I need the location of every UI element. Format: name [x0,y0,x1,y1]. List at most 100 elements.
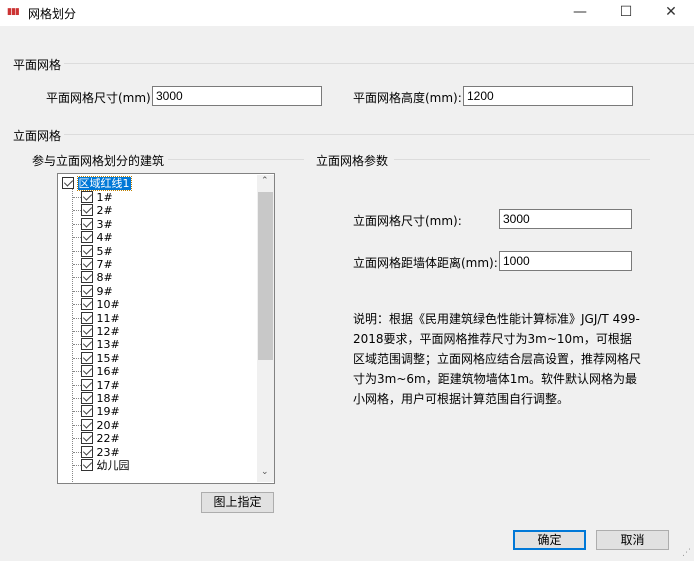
tree-item[interactable]: 11# [81,311,120,325]
tree-connector [73,277,81,279]
tree-connector [73,197,81,198]
tree-item[interactable]: 22# [81,432,120,445]
pick-on-map-button[interactable]: 图上指定 [201,492,274,513]
checkbox-checked-icon[interactable] [81,244,93,257]
close-button[interactable]: ✕ [648,0,694,26]
tree-item[interactable]: 5# [81,244,113,258]
checkbox-checked-icon[interactable] [81,405,93,418]
tree-connector [73,250,81,252]
app-logo-icon: ▮▮▮ [7,7,20,17]
checkbox-checked-icon[interactable] [81,418,93,431]
divider [168,159,304,160]
tree-item[interactable]: 2# [81,204,113,217]
cancel-button[interactable]: 取消 [596,530,669,550]
plane-height-input[interactable] [463,86,633,106]
tree-item[interactable]: 17# [81,378,120,392]
tree-item[interactable]: 23# [81,445,120,459]
tree-scrollbar[interactable]: ⌃ ⌄ [257,175,274,482]
tree-connector [73,451,81,453]
tree-item-label: 20# [96,418,120,432]
tree-item-label: 9# [96,284,113,298]
checkbox-checked-icon[interactable] [81,365,93,378]
tree-item-label: 22# [96,432,120,446]
checkbox-checked-icon[interactable] [62,177,74,189]
tree-connector [73,465,81,466]
tree-item[interactable]: 4# [81,231,113,244]
checkbox-checked-icon[interactable] [81,392,93,404]
tree-item-label: 5# [96,244,113,258]
tree-item[interactable]: 20# [81,418,120,432]
tree-connector [73,384,81,386]
checkbox-checked-icon[interactable] [81,231,93,244]
tree-item-label: 8# [96,271,113,285]
tree-root-label: 区域红线1 [76,176,132,191]
tree-item[interactable]: 1# [81,191,113,204]
tree-item-label: 15# [96,351,120,365]
tree-connector [73,304,81,306]
checkbox-checked-icon[interactable] [81,217,93,230]
checkbox-checked-icon[interactable] [81,311,93,324]
tree-item-label: 19# [96,405,120,419]
building-tree[interactable]: 区域红线1 1# 2# 3# 4# 5# 7# 8# 9# 10# 11# 12… [57,173,275,484]
plane-size-label: 平面网格尺寸(mm): [46,91,155,105]
tree-item[interactable]: 10# [81,298,120,311]
checkbox-checked-icon[interactable] [81,325,93,337]
tree-item-label: 4# [96,231,113,245]
scroll-down-icon[interactable]: ⌄ [261,467,269,477]
checkbox-checked-icon[interactable] [81,298,93,311]
tree-connector [73,264,81,265]
checkbox-checked-icon[interactable] [81,378,93,391]
tree-item-label: 17# [96,378,120,392]
wall-distance-input[interactable] [499,251,632,271]
tree-item[interactable]: 幼儿园 [81,459,130,472]
checkbox-checked-icon[interactable] [81,204,93,217]
checkbox-checked-icon[interactable] [81,191,93,203]
checkbox-checked-icon[interactable] [81,258,93,270]
tree-root-item[interactable]: 区域红线1 [62,176,132,191]
tree-connector [73,438,81,440]
tree-item-label: 7# [96,258,113,271]
checkbox-checked-icon[interactable] [81,271,93,284]
tree-connector [73,357,81,359]
tree-item[interactable]: 13# [81,338,120,351]
resize-grip-icon[interactable]: ⋰ [682,548,691,558]
tree-item[interactable]: 15# [81,351,120,365]
tree-item-label: 18# [96,392,120,405]
buildings-group-title: 参与立面网格划分的建筑 [32,154,165,168]
params-group-title: 立面网格参数 [316,154,389,168]
tree-item[interactable]: 7# [81,258,113,271]
tree-item-label: 3# [96,217,113,231]
plane-grid-section-title: 平面网格 [13,58,62,72]
tree-item[interactable]: 18# [81,392,120,405]
tree-item[interactable]: 19# [81,405,120,418]
tree-item-label: 2# [96,204,113,218]
tree-item[interactable]: 16# [81,365,120,378]
tree-connector [73,371,81,373]
tree-connector [73,317,81,319]
checkbox-checked-icon[interactable] [81,459,93,471]
divider [394,159,650,160]
tree-item[interactable]: 8# [81,271,113,284]
scroll-up-icon[interactable]: ⌃ [261,176,269,186]
minimize-button[interactable]: — [557,0,603,26]
tree-item[interactable]: 3# [81,217,113,231]
tree-item[interactable]: 9# [81,284,113,298]
checkbox-checked-icon[interactable] [81,338,93,351]
checkbox-checked-icon[interactable] [81,284,93,297]
tree-item-label: 23# [96,445,120,459]
checkbox-checked-icon[interactable] [81,351,93,364]
ok-button[interactable]: 确定 [513,530,586,550]
tree-connector [73,223,81,225]
title-bar: ▮▮▮ 网格划分 — ☐ ✕ [0,0,694,26]
elevation-size-input[interactable] [499,209,632,229]
maximize-button[interactable]: ☐ [603,0,649,26]
wall-distance-label: 立面网格距墙体距离(mm): [353,256,498,270]
checkbox-checked-icon[interactable] [81,432,93,445]
tree-connector [73,398,81,399]
tree-item-label: 幼儿园 [96,459,130,472]
checkbox-checked-icon[interactable] [81,445,93,458]
tree-item[interactable]: 12# [81,325,120,338]
scrollbar-thumb[interactable] [258,192,273,360]
plane-size-input[interactable] [152,86,322,106]
tree-item-label: 1# [96,191,113,204]
